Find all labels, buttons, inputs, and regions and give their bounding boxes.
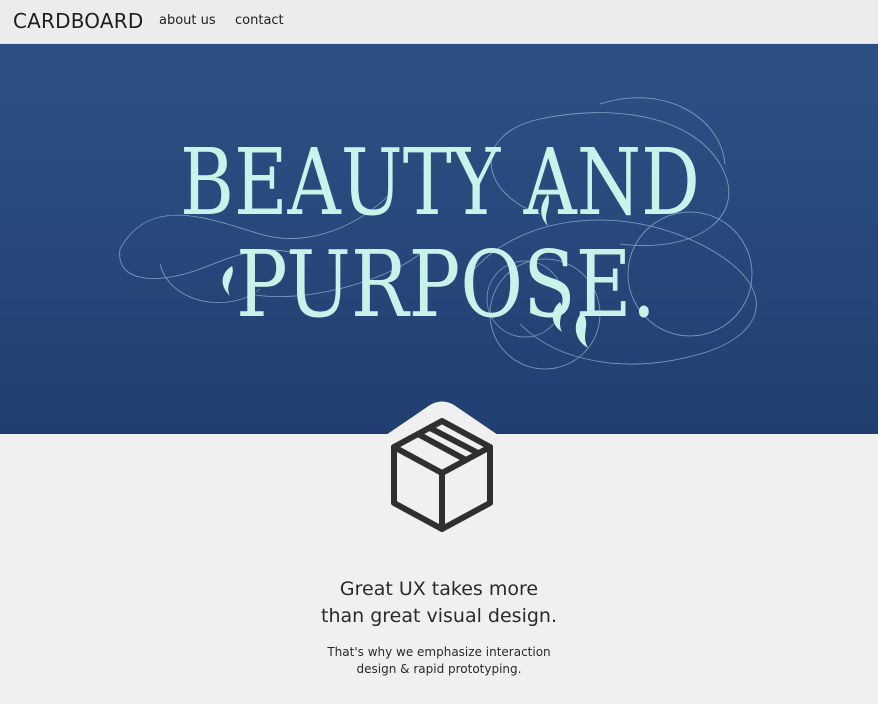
hero-typography-art: BEAUTY AND PURPOSE. [119,97,757,370]
brand-logo[interactable]: CARDBOARD [13,9,143,33]
top-nav: CARDBOARD about us contact [0,0,878,44]
hero-display-text: BEAUTY AND PURPOSE. [180,129,700,338]
subheadline: That's why we emphasize interaction desi… [289,644,589,678]
hero-line-1: BEAUTY AND [180,129,700,236]
subheadline-line-2: design & rapid prototyping. [356,662,522,676]
cardboard-box-badge [382,401,502,541]
nav-link-about-us[interactable]: about us [159,13,216,28]
hero-banner: BEAUTY AND PURPOSE. [0,44,878,434]
subheadline-line-1: That's why we emphasize interaction [327,645,551,659]
headline-line-1: Great UX takes more [339,578,539,600]
headline: Great UX takes more than great visual de… [239,576,639,630]
hero-line-2: PURPOSE. [236,231,656,338]
cardboard-box-icon [386,401,498,532]
headline-line-2: than great visual design. [321,605,557,627]
nav-link-contact[interactable]: contact [235,13,284,28]
